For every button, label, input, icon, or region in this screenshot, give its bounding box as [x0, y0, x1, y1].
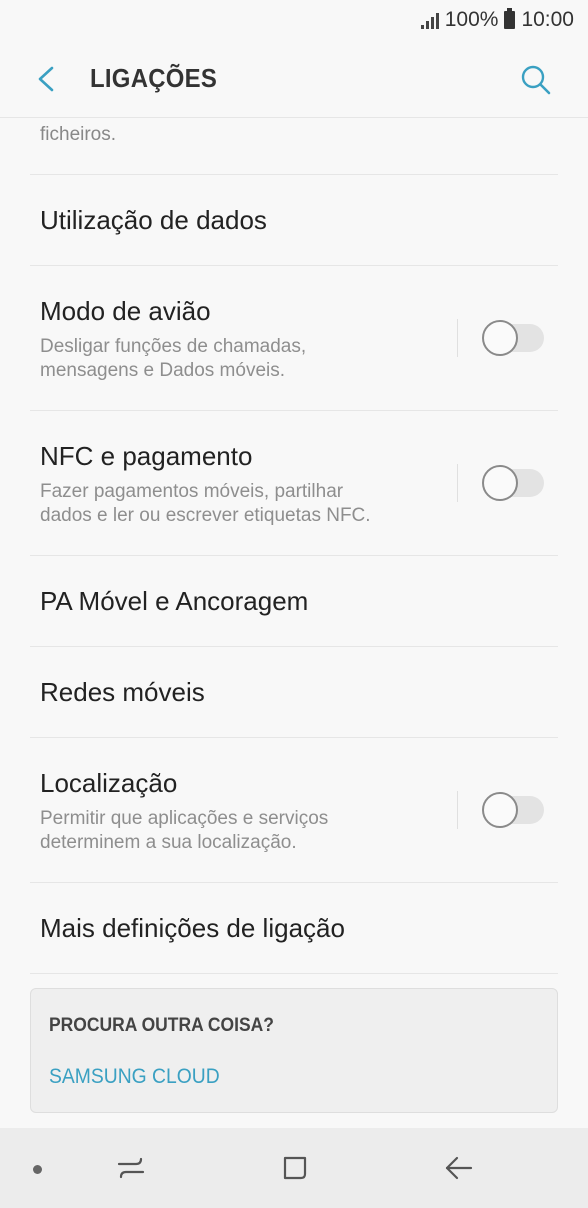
suggestion-card: PROCURA OUTRA COISA? SAMSUNG CLOUD	[30, 988, 558, 1113]
clock: 10:00	[521, 8, 574, 31]
search-button[interactable]	[506, 50, 566, 110]
recents-icon	[117, 1157, 145, 1179]
battery-icon	[504, 8, 516, 29]
suggestion-title: PROCURA OUTRA COISA?	[49, 1015, 274, 1036]
home-button[interactable]	[270, 1146, 320, 1190]
divider	[457, 791, 458, 829]
navigation-bar	[0, 1128, 588, 1208]
list-item-more-connection-settings[interactable]: Mais definições de ligação	[30, 883, 558, 974]
nav-back-button[interactable]	[434, 1146, 484, 1190]
toggle-knob	[482, 320, 518, 356]
back-arrow-icon	[445, 1156, 473, 1180]
page-title: LIGAÇÕES	[90, 63, 218, 93]
nfc-toggle[interactable]	[482, 465, 544, 501]
samsung-cloud-link[interactable]: SAMSUNG CLOUD	[49, 1065, 500, 1089]
battery-percent: 100%	[444, 8, 499, 31]
list-item-subtitle: Fazer pagamentos móveis, partilhar dados …	[40, 480, 371, 526]
list-item-partial[interactable]: ficheiros.	[30, 118, 558, 175]
back-button[interactable]	[16, 49, 76, 109]
chevron-left-icon	[38, 66, 54, 91]
list-item-nfc[interactable]: NFC e pagamento Fazer pagamentos móveis,…	[30, 411, 558, 556]
list-item-subtitle: Permitir que aplicações e serviços determ…	[40, 807, 329, 853]
divider	[457, 319, 458, 357]
recents-button[interactable]	[106, 1146, 156, 1190]
list-item-data-usage[interactable]: Utilização de dados	[30, 175, 558, 266]
list-item-subtitle: Desligar funções de chamadas, mensagens e…	[40, 335, 307, 381]
app-bar: LIGAÇÕES	[0, 40, 588, 118]
list-item-title: Mais definições de ligação	[40, 912, 345, 943]
home-icon	[283, 1156, 307, 1180]
list-item-location[interactable]: Localização Permitir que aplicações e se…	[30, 738, 558, 883]
list-item-title: NFC e pagamento	[40, 440, 253, 471]
divider	[457, 464, 458, 502]
list-item-airplane-mode[interactable]: Modo de avião Desligar funções de chamad…	[30, 266, 558, 411]
toggle-knob	[482, 465, 518, 501]
list-item-title: Utilização de dados	[40, 204, 267, 235]
list-item-hotspot[interactable]: PA Móvel e Ancoragem	[30, 556, 558, 647]
list-item-title: PA Móvel e Ancoragem	[40, 585, 309, 616]
status-bar: 100% 10:00	[0, 0, 588, 40]
signal-icon	[420, 11, 439, 29]
list-item-subtitle: ficheiros.	[40, 124, 117, 145]
list-item-title: Modo de avião	[40, 295, 211, 326]
search-icon	[521, 65, 551, 95]
list-item-mobile-networks[interactable]: Redes móveis	[30, 647, 558, 738]
location-toggle[interactable]	[482, 792, 544, 828]
toggle-knob	[482, 792, 518, 828]
list-item-title: Localização	[40, 767, 178, 798]
settings-list: ficheiros. Utilização de dados Modo de a…	[0, 118, 588, 974]
nav-dot-icon	[33, 1165, 42, 1174]
list-item-title: Redes móveis	[40, 676, 205, 707]
airplane-mode-toggle[interactable]	[482, 320, 544, 356]
